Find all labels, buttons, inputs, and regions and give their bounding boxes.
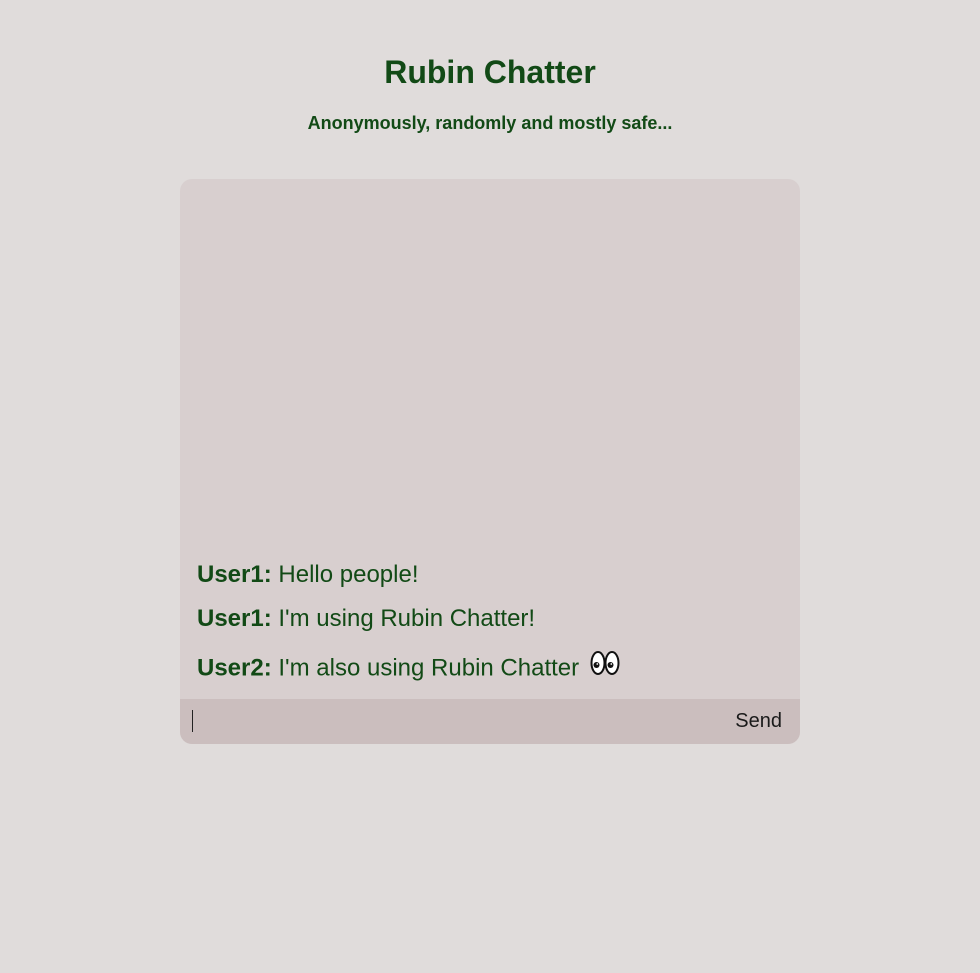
message-list: User1: Hello people! User1: I'm using Ru… bbox=[180, 179, 800, 699]
page-subtitle: Anonymously, randomly and mostly safe... bbox=[307, 113, 673, 133]
message-item: User1: I'm using Rubin Chatter! bbox=[197, 604, 535, 634]
message-item: User2: I'm also using Rubin Chatter bbox=[197, 650, 620, 686]
message-text: I'm also using Rubin Chatter bbox=[278, 654, 580, 682]
message-input[interactable] bbox=[190, 707, 714, 735]
message-text: I'm using Rubin Chatter! bbox=[278, 605, 536, 632]
chat-box: User1: Hello people! User1: I'm using Ru… bbox=[180, 179, 800, 744]
message-item: User1: Hello people! bbox=[197, 560, 419, 590]
message-user: User2: bbox=[197, 654, 272, 682]
message-text: Hello people! bbox=[278, 561, 419, 588]
message-user: User1: bbox=[197, 605, 272, 632]
page: Rubin Chatter Anonymously, randomly and … bbox=[0, 0, 980, 973]
send-button[interactable]: Send bbox=[735, 709, 782, 733]
text-caret bbox=[192, 710, 193, 732]
message-user: User1: bbox=[197, 561, 272, 588]
page-title: Rubin Chatter bbox=[384, 54, 596, 90]
eyes-icon bbox=[590, 650, 620, 684]
composer-bar: Send bbox=[180, 699, 800, 744]
